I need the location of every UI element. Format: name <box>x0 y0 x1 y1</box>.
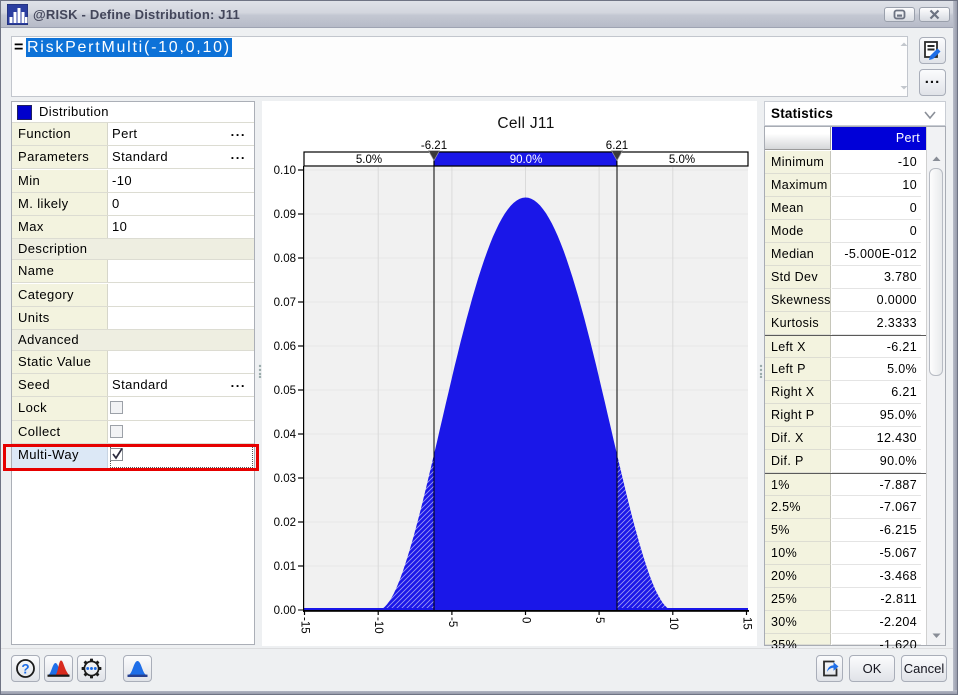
svg-text:0.04: 0.04 <box>274 429 297 441</box>
svg-text:0: 0 <box>520 617 532 623</box>
svg-text:0.05: 0.05 <box>274 385 296 397</box>
svg-text:-15: -15 <box>299 617 311 634</box>
svg-text:0.08: 0.08 <box>274 253 296 265</box>
svg-text:5.0%: 5.0% <box>669 154 695 166</box>
svg-text:?: ? <box>21 662 29 677</box>
svg-text:0.06: 0.06 <box>274 341 296 353</box>
svg-text:10: 10 <box>667 617 679 630</box>
svg-text:0.10: 0.10 <box>274 165 296 177</box>
svg-text:90.0%: 90.0% <box>510 154 543 166</box>
svg-text:15: 15 <box>741 617 753 630</box>
svg-text:Cell J11: Cell J11 <box>497 115 554 132</box>
svg-text:0.09: 0.09 <box>274 209 296 221</box>
svg-text:5.0%: 5.0% <box>356 154 382 166</box>
svg-text:0.07: 0.07 <box>274 297 296 309</box>
svg-text:0.00: 0.00 <box>274 605 296 617</box>
svg-text:5: 5 <box>593 617 605 623</box>
svg-text:0.01: 0.01 <box>274 561 296 573</box>
svg-text:-10: -10 <box>372 617 384 634</box>
svg-text:-5: -5 <box>446 617 458 627</box>
svg-text:6.21: 6.21 <box>606 140 628 152</box>
svg-text:0.02: 0.02 <box>274 517 296 529</box>
svg-text:0.03: 0.03 <box>274 473 296 485</box>
svg-text:-6.21: -6.21 <box>421 140 447 152</box>
